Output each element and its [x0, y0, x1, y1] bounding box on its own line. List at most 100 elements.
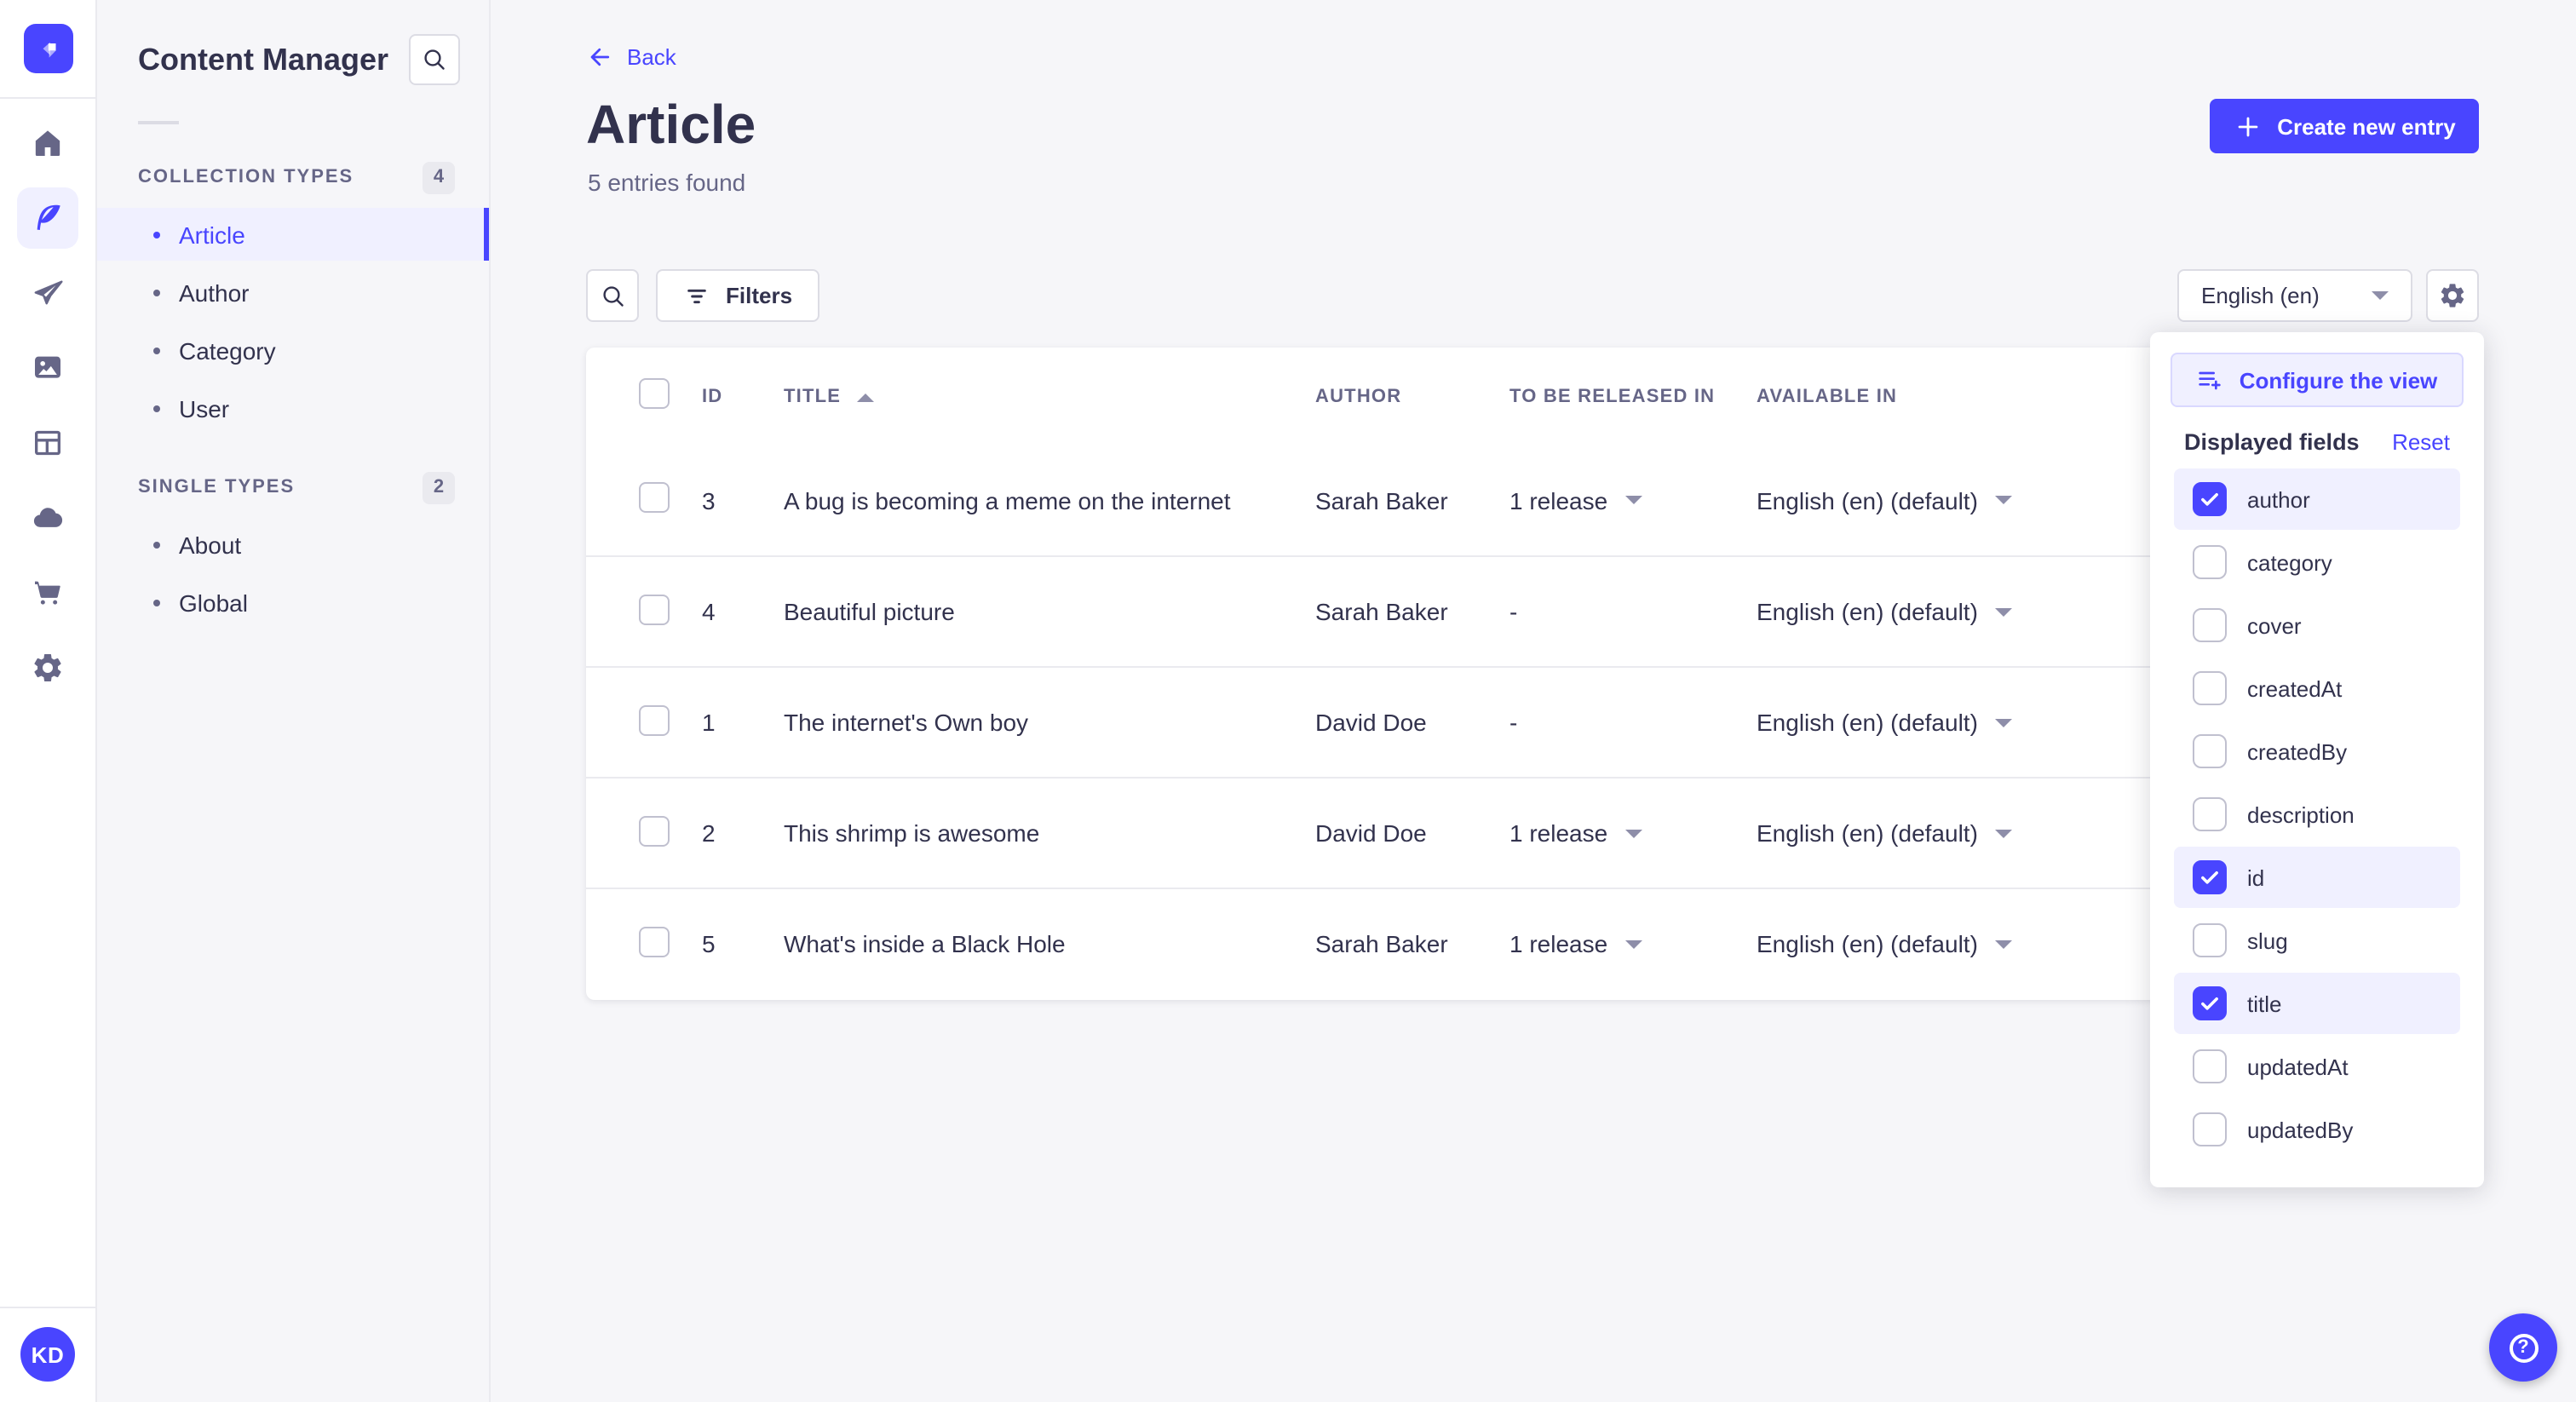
sidebar-item-article[interactable]: Article — [97, 208, 489, 261]
media-library-icon[interactable] — [17, 337, 78, 399]
sidebar-item-global[interactable]: Global — [97, 576, 489, 629]
cell-id: 4 — [702, 598, 716, 625]
checkbox[interactable] — [2193, 797, 2227, 831]
settings-gear-icon[interactable] — [17, 637, 78, 698]
field-toggle-createdBy[interactable]: createdBy — [2174, 721, 2460, 782]
cell-released[interactable]: - — [1509, 598, 1757, 625]
field-label: updatedBy — [2247, 1117, 2354, 1142]
divider — [0, 97, 95, 99]
chevron-down-icon — [1994, 829, 2012, 837]
chevron-down-icon — [1994, 607, 2012, 616]
checkbox[interactable] — [2193, 671, 2227, 705]
chevron-down-icon — [1994, 939, 2012, 948]
column-header-id[interactable]: ID — [702, 386, 784, 406]
sidebar-item-label: Category — [179, 336, 276, 364]
app-window: KD Content Manager COLLECTION TYPES 4 Ar… — [0, 0, 2576, 1402]
sidebar-item-label: Global — [179, 589, 248, 616]
collection-types-section: COLLECTION TYPES 4 Article Author Catego… — [97, 158, 489, 434]
field-toggle-description[interactable]: description — [2174, 784, 2460, 845]
checkbox[interactable] — [2193, 1049, 2227, 1083]
configure-list-icon — [2199, 371, 2222, 390]
locale-value: English (en) — [2201, 283, 2320, 308]
field-toggle-updatedAt[interactable]: updatedAt — [2174, 1036, 2460, 1097]
section-label: COLLECTION TYPES — [138, 167, 354, 187]
sidebar-search-button[interactable] — [409, 34, 460, 85]
field-toggle-slug[interactable]: slug — [2174, 910, 2460, 971]
cell-id: 3 — [702, 486, 716, 514]
configure-view-popup: Configure the view Displayed fields Rese… — [2150, 332, 2484, 1187]
field-label: id — [2247, 865, 2265, 890]
row-checkbox[interactable] — [639, 815, 670, 846]
sidebar-item-label: User — [179, 394, 230, 422]
filters-button[interactable]: Filters — [656, 269, 820, 322]
create-new-entry-button[interactable]: Create new entry — [2210, 99, 2479, 153]
divider — [138, 121, 179, 124]
field-toggle-id[interactable]: id — [2174, 847, 2460, 908]
row-checkbox[interactable] — [639, 594, 670, 624]
field-label: title — [2247, 991, 2282, 1016]
content-type-builder-layout-icon[interactable] — [17, 412, 78, 474]
sidebar-item-label: About — [179, 531, 242, 558]
sidebar-item-category[interactable]: Category — [97, 324, 489, 376]
sidebar-item-about[interactable]: About — [97, 518, 489, 571]
back-link[interactable]: Back — [588, 44, 676, 70]
checkbox[interactable] — [2193, 608, 2227, 642]
cell-released[interactable]: 1 release — [1509, 486, 1757, 514]
checkbox[interactable] — [2193, 545, 2227, 579]
question-mark-icon: ? — [2509, 1333, 2538, 1362]
cell-author: Sarah Baker — [1315, 930, 1448, 957]
field-toggle-title[interactable]: title — [2174, 973, 2460, 1034]
section-count-badge: 2 — [423, 471, 455, 503]
content-manager-feather-icon[interactable] — [17, 187, 78, 249]
field-label: slug — [2247, 928, 2288, 953]
row-checkbox[interactable] — [639, 926, 670, 957]
chevron-down-icon — [1624, 829, 1642, 837]
divider — [0, 1307, 95, 1308]
bullet-icon — [153, 599, 160, 606]
checkbox[interactable] — [2193, 860, 2227, 894]
user-avatar[interactable]: KD — [20, 1327, 75, 1382]
filter-icon — [687, 288, 706, 303]
configure-the-view-button[interactable]: Configure the view — [2171, 353, 2464, 407]
select-all-checkbox[interactable] — [639, 378, 670, 409]
locale-select[interactable]: English (en) — [2177, 269, 2412, 322]
table-search-button[interactable] — [586, 269, 639, 322]
displayed-fields-heading: Displayed fields — [2184, 429, 2360, 455]
plus-icon — [2237, 116, 2257, 136]
field-toggle-createdAt[interactable]: createdAt — [2174, 658, 2460, 719]
field-toggle-author[interactable]: author — [2174, 468, 2460, 530]
search-icon — [602, 285, 623, 306]
checkbox[interactable] — [2193, 734, 2227, 768]
sidebar-item-user[interactable]: User — [97, 382, 489, 434]
help-button[interactable]: ? — [2489, 1313, 2557, 1382]
chevron-down-icon — [1994, 718, 2012, 727]
marketplace-cart-icon[interactable] — [17, 562, 78, 623]
reset-link[interactable]: Reset — [2392, 429, 2450, 455]
bullet-icon — [153, 347, 160, 353]
checkbox[interactable] — [2193, 986, 2227, 1020]
row-checkbox[interactable] — [639, 482, 670, 513]
cell-released[interactable]: 1 release — [1509, 930, 1757, 957]
field-toggle-category[interactable]: category — [2174, 531, 2460, 593]
column-header-released[interactable]: TO BE RELEASED IN — [1509, 386, 1757, 406]
sidebar-title: Content Manager — [138, 43, 389, 77]
chevron-down-icon — [1624, 939, 1642, 948]
field-toggle-updatedBy[interactable]: updatedBy — [2174, 1099, 2460, 1160]
view-settings-gear-button[interactable] — [2426, 269, 2479, 322]
field-label: createdBy — [2247, 738, 2348, 764]
content-manager-sidebar: Content Manager COLLECTION TYPES 4 Artic… — [97, 0, 491, 1402]
releases-paper-plane-icon[interactable] — [17, 262, 78, 324]
checkbox[interactable] — [2193, 1112, 2227, 1146]
field-toggle-cover[interactable]: cover — [2174, 595, 2460, 656]
home-icon[interactable] — [17, 112, 78, 174]
column-header-title[interactable]: TITLE — [784, 386, 1315, 406]
cell-author: Sarah Baker — [1315, 486, 1448, 514]
cloud-icon[interactable] — [17, 487, 78, 549]
sidebar-item-author[interactable]: Author — [97, 266, 489, 319]
cell-released[interactable]: - — [1509, 709, 1757, 736]
checkbox[interactable] — [2193, 482, 2227, 516]
cell-released[interactable]: 1 release — [1509, 819, 1757, 847]
checkbox[interactable] — [2193, 923, 2227, 957]
column-header-author[interactable]: AUTHOR — [1315, 386, 1509, 406]
row-checkbox[interactable] — [639, 704, 670, 735]
